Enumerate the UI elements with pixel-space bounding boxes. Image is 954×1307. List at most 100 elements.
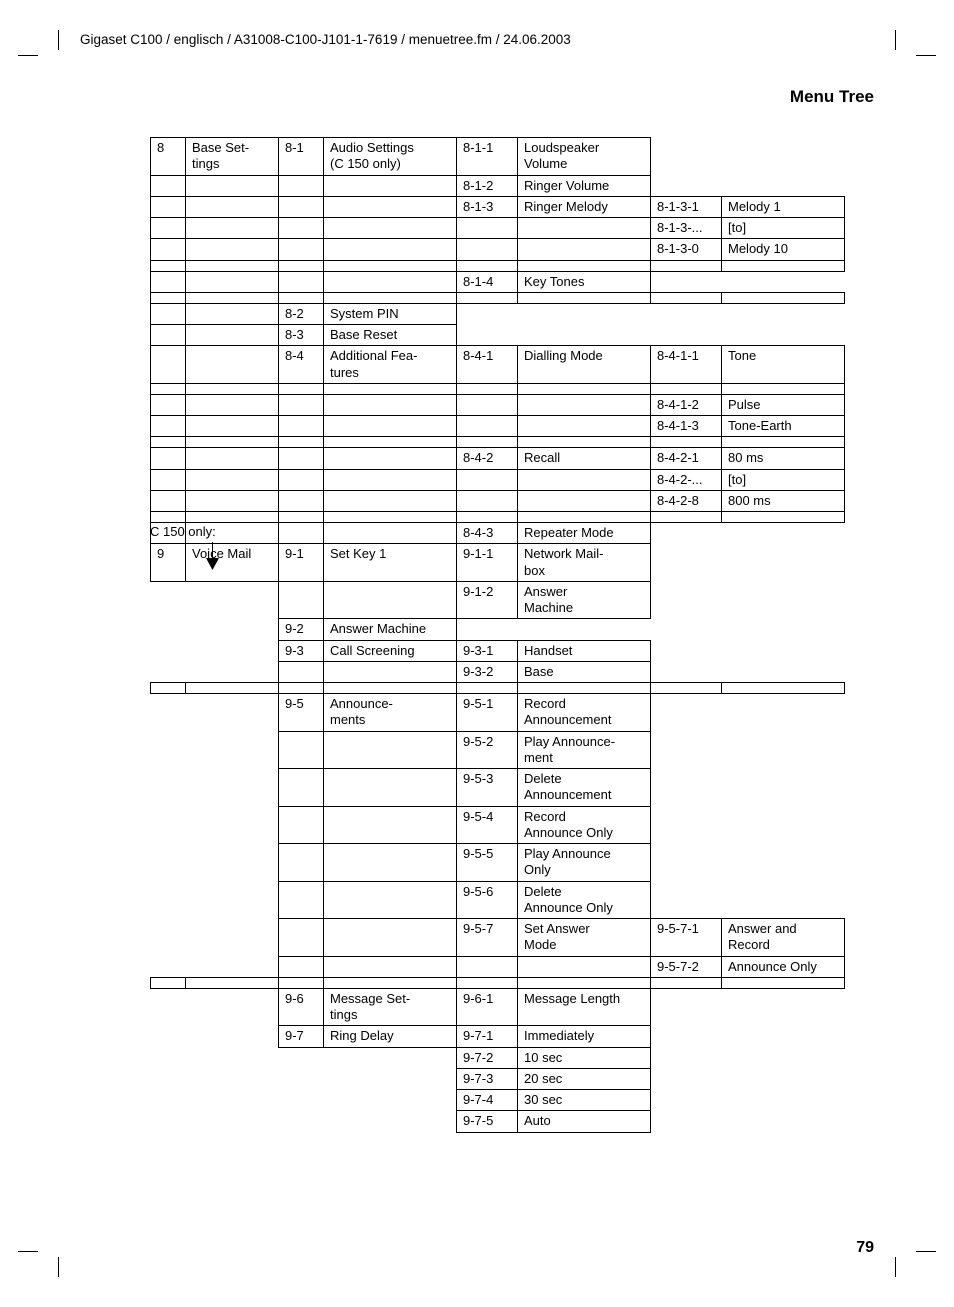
menu-cell: 9-7 [279,1026,324,1047]
menu-cell [186,844,279,882]
menu-cell [651,619,722,640]
menu-cell: Ring Delay [324,1026,457,1047]
menu-cell [151,490,186,511]
menu-cell: 20 sec [518,1068,651,1089]
menu-cell: Ringer Volume [518,175,651,196]
menu-cell: 30 sec [518,1090,651,1111]
menu-cell [722,806,845,844]
menu-cell [279,1047,324,1068]
menu-cell: Answer Machine [324,619,457,640]
menu-cell [186,1068,279,1089]
menu-cell: 9-5-7-2 [651,956,722,977]
menu-cell: 8-3 [279,325,324,346]
menu-cell [186,1090,279,1111]
menu-cell [151,239,186,260]
menu-cell [722,271,845,292]
menu-cell: Announce Only [722,956,845,977]
menu-cell [279,218,324,239]
menu-cell [651,806,722,844]
menu-cell: [to] [722,469,845,490]
menu-cell [651,769,722,807]
menu-cell [722,988,845,1026]
menu-cell [324,661,457,682]
menu-cell [324,175,457,196]
menu-cell [324,1068,457,1089]
menu-cell: 9-7-3 [457,1068,518,1089]
menu-cell [651,640,722,661]
menu-cell: 9-5-5 [457,844,518,882]
menu-cell [151,1047,186,1068]
menu-cell: 8-4-2-1 [651,448,722,469]
menu-cell [151,416,186,437]
menu-cell [186,218,279,239]
menu-cell [151,769,186,807]
menu-cell: DeleteAnnounce Only [518,881,651,919]
menu-cell [279,469,324,490]
menu-cell [279,731,324,769]
menu-cell: 9-7-4 [457,1090,518,1111]
menu-cell [186,806,279,844]
menu-cell [186,346,279,384]
menu-cell: 9-1 [279,544,324,582]
menu-cell [651,694,722,732]
menu-cell [324,1047,457,1068]
menu-cell [151,271,186,292]
menu-cell [518,325,651,346]
menu-cell: Immediately [518,1026,651,1047]
menu-cell: Repeater Mode [518,523,651,544]
menu-cell: 8-1 [279,138,324,176]
menu-cell: 8-1-3-... [651,218,722,239]
menu-cell [722,325,845,346]
menu-cell [324,239,457,260]
menu-cell: Base [518,661,651,682]
menu-cell: DeleteAnnouncement [518,769,651,807]
menu-cell: RecordAnnouncement [518,694,651,732]
menu-cell: 8-4-1-1 [651,346,722,384]
menu-cell [151,325,186,346]
menu-cell [279,581,324,619]
menu-cell [324,416,457,437]
menu-cell [651,661,722,682]
menu-cell: Recall [518,448,651,469]
page: Gigaset C100 / englisch / A31008-C100-J1… [0,0,954,1307]
menu-cell [324,844,457,882]
menu-cell: Additional Fea-tures [324,346,457,384]
menu-cell [457,218,518,239]
menu-cell [186,988,279,1026]
menu-cell [457,956,518,977]
menu-cell: 8-4-1-2 [651,394,722,415]
menu-cell [186,694,279,732]
menu-cell: Answer andRecord [722,919,845,957]
menu-cell: Play Announce-ment [518,731,651,769]
menu-cell [651,1026,722,1047]
menu-cell: 9-5-7-1 [651,919,722,957]
menu-cell [151,694,186,732]
arrow-down-icon [206,558,219,570]
menu-cell [279,448,324,469]
menu-cell [722,1090,845,1111]
menu-cell [186,469,279,490]
menu-cell [457,490,518,511]
menu-cell [324,881,457,919]
menu-cell [279,1068,324,1089]
menu-cell [151,218,186,239]
menu-cell: Set Key 1 [324,544,457,582]
menu-cell [651,988,722,1026]
menu-cell: 9-3 [279,640,324,661]
menu-cell [279,769,324,807]
menu-cell: 8-1-2 [457,175,518,196]
menu-cell: Pulse [722,394,845,415]
menu-cell [722,303,845,324]
menu-cell: Audio Settings(C 150 only) [324,138,457,176]
menu-cell [279,1111,324,1132]
menu-cell [722,619,845,640]
menu-cell [279,1090,324,1111]
menu-cell [279,271,324,292]
menu-cell [151,988,186,1026]
menu-cell [186,640,279,661]
menu-cell [186,731,279,769]
menu-cell [651,1090,722,1111]
menu-cell: Dialling Mode [518,346,651,384]
menu-cell: 8-4 [279,346,324,384]
menu-cell: Melody 10 [722,239,845,260]
